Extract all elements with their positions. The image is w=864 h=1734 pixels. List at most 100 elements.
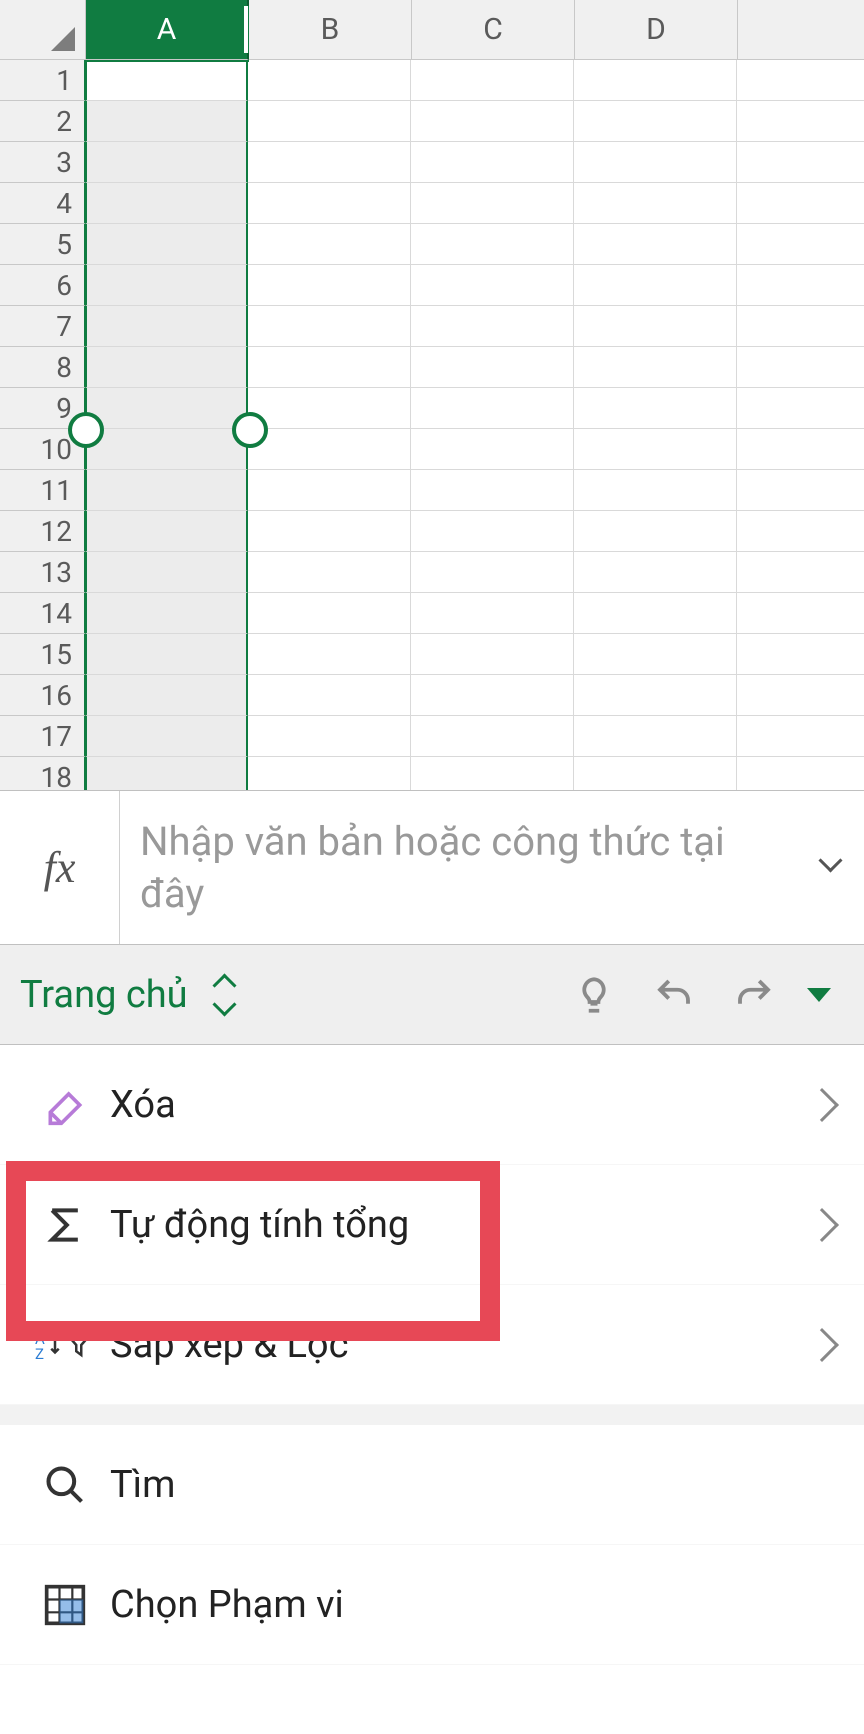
cell[interactable] xyxy=(411,470,574,511)
cell[interactable] xyxy=(737,757,864,790)
cell[interactable] xyxy=(737,552,864,593)
cell[interactable] xyxy=(85,60,248,101)
cell[interactable] xyxy=(248,388,411,429)
cell[interactable] xyxy=(411,593,574,634)
cell[interactable] xyxy=(574,675,737,716)
cell[interactable] xyxy=(574,306,737,347)
cell[interactable] xyxy=(737,183,864,224)
cell[interactable] xyxy=(574,224,737,265)
formula-expand-button[interactable] xyxy=(804,791,864,944)
row-header-7[interactable]: 7 xyxy=(0,306,86,347)
spreadsheet-grid[interactable]: ABCD 123456789101112131415161718 xyxy=(0,0,864,790)
cell[interactable] xyxy=(248,429,411,470)
cell[interactable] xyxy=(737,388,864,429)
menu-item-sortfilter[interactable]: AZSắp xếp & Lọc xyxy=(0,1285,864,1405)
cell[interactable] xyxy=(85,142,248,183)
cell[interactable] xyxy=(248,60,411,101)
cell[interactable] xyxy=(737,60,864,101)
row-header-1[interactable]: 1 xyxy=(0,60,86,101)
cell[interactable] xyxy=(248,757,411,790)
cells-area[interactable] xyxy=(86,60,864,790)
cell[interactable] xyxy=(737,347,864,388)
cell[interactable] xyxy=(411,265,574,306)
menu-item-autosum[interactable]: Tự động tính tổng xyxy=(0,1165,864,1285)
menu-item-find[interactable]: Tìm xyxy=(0,1425,864,1545)
cell[interactable] xyxy=(85,388,248,429)
cell[interactable] xyxy=(248,265,411,306)
cell[interactable] xyxy=(248,511,411,552)
formula-input[interactable]: Nhập văn bản hoặc công thức tại đây xyxy=(140,816,784,920)
cell[interactable] xyxy=(248,306,411,347)
fx-label[interactable]: fx xyxy=(0,791,120,944)
cell[interactable] xyxy=(411,101,574,142)
undo-button[interactable] xyxy=(634,965,714,1025)
cell[interactable] xyxy=(574,265,737,306)
cell[interactable] xyxy=(411,306,574,347)
cell[interactable] xyxy=(574,552,737,593)
cell[interactable] xyxy=(574,347,737,388)
cell[interactable] xyxy=(411,388,574,429)
cell[interactable] xyxy=(85,757,248,790)
cell[interactable] xyxy=(411,511,574,552)
row-header-11[interactable]: 11 xyxy=(0,470,86,511)
cell[interactable] xyxy=(411,757,574,790)
cell[interactable] xyxy=(85,634,248,675)
ribbon-tab-switcher[interactable] xyxy=(206,965,246,1025)
cell[interactable] xyxy=(85,265,248,306)
cell[interactable] xyxy=(574,511,737,552)
cell[interactable] xyxy=(85,101,248,142)
redo-button[interactable] xyxy=(714,965,794,1025)
cell[interactable] xyxy=(248,470,411,511)
cell[interactable] xyxy=(85,675,248,716)
column-header-next[interactable] xyxy=(738,0,864,60)
cell[interactable] xyxy=(411,634,574,675)
cell[interactable] xyxy=(85,511,248,552)
row-header-17[interactable]: 17 xyxy=(0,716,86,757)
cell[interactable] xyxy=(85,183,248,224)
cell[interactable] xyxy=(737,470,864,511)
cell[interactable] xyxy=(737,593,864,634)
cell[interactable] xyxy=(737,675,864,716)
cell[interactable] xyxy=(574,101,737,142)
cell[interactable] xyxy=(248,347,411,388)
column-header-D[interactable]: D xyxy=(575,0,738,60)
row-header-6[interactable]: 6 xyxy=(0,265,86,306)
cell[interactable] xyxy=(737,306,864,347)
cell[interactable] xyxy=(248,552,411,593)
cell[interactable] xyxy=(411,183,574,224)
cell[interactable] xyxy=(85,429,248,470)
cell[interactable] xyxy=(737,224,864,265)
cell[interactable] xyxy=(248,101,411,142)
cell[interactable] xyxy=(85,716,248,757)
cell[interactable] xyxy=(85,593,248,634)
cell[interactable] xyxy=(574,60,737,101)
cell[interactable] xyxy=(411,429,574,470)
cell[interactable] xyxy=(737,265,864,306)
column-header-B[interactable]: B xyxy=(249,0,412,60)
cell[interactable] xyxy=(85,306,248,347)
selection-handle-left[interactable] xyxy=(68,412,104,448)
cell[interactable] xyxy=(85,552,248,593)
cell[interactable] xyxy=(574,142,737,183)
cell[interactable] xyxy=(574,634,737,675)
row-header-18[interactable]: 18 xyxy=(0,757,86,790)
cell[interactable] xyxy=(574,388,737,429)
cell[interactable] xyxy=(574,470,737,511)
cell[interactable] xyxy=(737,716,864,757)
cell[interactable] xyxy=(574,716,737,757)
row-header-12[interactable]: 12 xyxy=(0,511,86,552)
cell[interactable] xyxy=(574,757,737,790)
column-header-A[interactable]: A xyxy=(86,0,249,60)
cell[interactable] xyxy=(411,224,574,265)
select-all-corner[interactable] xyxy=(0,0,86,60)
cell[interactable] xyxy=(574,183,737,224)
cell[interactable] xyxy=(411,552,574,593)
cell[interactable] xyxy=(85,470,248,511)
cell[interactable] xyxy=(248,593,411,634)
row-header-13[interactable]: 13 xyxy=(0,552,86,593)
row-header-15[interactable]: 15 xyxy=(0,634,86,675)
row-header-5[interactable]: 5 xyxy=(0,224,86,265)
row-header-14[interactable]: 14 xyxy=(0,593,86,634)
row-header-16[interactable]: 16 xyxy=(0,675,86,716)
menu-item-selrange[interactable]: Chọn Phạm vi xyxy=(0,1545,864,1665)
